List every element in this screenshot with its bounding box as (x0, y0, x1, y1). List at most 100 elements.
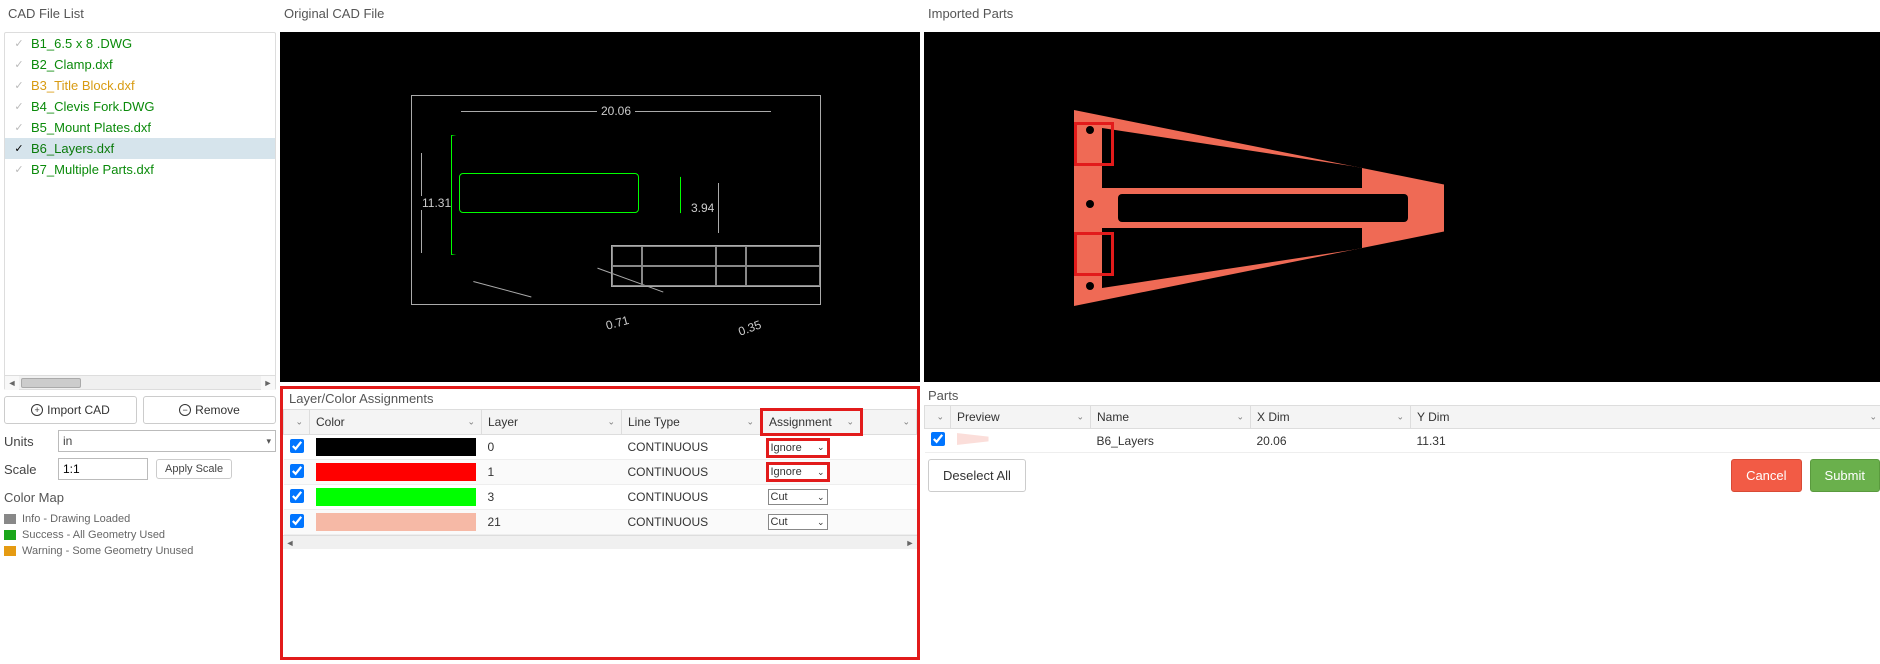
layer-linetype-cell: CONTINUOUS (622, 435, 762, 460)
scale-input[interactable] (58, 458, 148, 480)
parts-th-ydim[interactable]: Y Dim⌄ (1411, 406, 1880, 429)
legend-item: Success - All Geometry Used (4, 527, 276, 543)
assignment-select[interactable]: Cut ⌄ (768, 514, 828, 530)
cancel-button[interactable]: Cancel (1731, 459, 1801, 492)
layer-table-scrollbar[interactable]: ◄ ► (283, 535, 917, 549)
chevron-down-icon: ⌄ (1236, 412, 1244, 423)
legend-swatch (4, 514, 16, 524)
check-icon: ✓ (13, 38, 25, 50)
parts-title: Parts (924, 386, 1880, 405)
layer-name-cell: 21 (482, 510, 622, 535)
check-icon: ✓ (13, 143, 25, 155)
scroll-right-icon[interactable]: ► (903, 538, 917, 548)
file-item-label: B1_6.5 x 8 .DWG (31, 36, 132, 51)
part-ydim-cell: 11.31 (1411, 429, 1880, 453)
highlight-box-top (1074, 122, 1114, 166)
layer-th-layer[interactable]: Layer⌄ (482, 410, 622, 435)
file-item[interactable]: ✓B5_Mount Plates.dxf (5, 117, 275, 138)
legend-item: Info - Drawing Loaded (4, 511, 276, 527)
layer-row-checkbox[interactable] (290, 439, 304, 453)
layer-assignments-panel: Layer/Color Assignments ⌄ Color⌄ Layer⌄ … (280, 386, 920, 660)
import-cad-button[interactable]: + Import CAD (4, 396, 137, 424)
layer-row-checkbox[interactable] (290, 514, 304, 528)
part-name-cell: B6_Layers (1091, 429, 1251, 453)
file-item-label: B5_Mount Plates.dxf (31, 120, 151, 135)
file-item-label: B2_Clamp.dxf (31, 57, 113, 72)
layer-color-swatch (316, 488, 476, 506)
file-item[interactable]: ✓ B6_Layers.dxf (5, 138, 275, 159)
layer-name-cell: 3 (482, 485, 622, 510)
chevron-down-icon: ⌄ (817, 467, 825, 478)
parts-row: B6_Layers20.0611.31 (925, 429, 1880, 453)
check-icon: ✓ (13, 59, 25, 71)
chevron-down-icon: ⌄ (817, 517, 825, 528)
layer-th-assignment[interactable]: Assignment⌄ (762, 410, 862, 435)
assignment-value: Ignore (771, 442, 802, 454)
layer-row-checkbox[interactable] (290, 464, 304, 478)
original-cad-viewport[interactable]: 20.06 11.31 3.94 ⌀ 0.35 ⌀ 0.71 (280, 32, 920, 382)
apply-scale-button[interactable]: Apply Scale (156, 459, 232, 479)
color-map-title: Color Map (4, 490, 276, 505)
submit-button[interactable]: Submit (1810, 459, 1880, 492)
layer-color-swatch (316, 513, 476, 531)
chevron-down-icon: ⌄ (1076, 412, 1084, 423)
scroll-thumb[interactable] (21, 378, 81, 388)
layer-th-color[interactable]: Color⌄ (310, 410, 482, 435)
layer-row: 21CONTINUOUS Cut ⌄ (284, 510, 917, 535)
file-item-label: B7_Multiple Parts.dxf (31, 162, 154, 177)
legend-label: Success - All Geometry Used (22, 529, 165, 541)
scroll-right-icon[interactable]: ► (261, 376, 275, 390)
layer-color-swatch (316, 463, 476, 481)
parts-th-name[interactable]: Name⌄ (1091, 406, 1251, 429)
assignment-select[interactable]: Ignore⌄ (768, 464, 828, 480)
scroll-left-icon[interactable]: ◄ (5, 376, 19, 390)
parts-th-preview[interactable]: Preview⌄ (951, 406, 1091, 429)
import-cad-label: Import CAD (47, 403, 110, 417)
imported-parts-viewport[interactable] (924, 32, 1880, 382)
file-item[interactable]: ✓ B7_Multiple Parts.dxf (5, 159, 275, 180)
part-preview-thumbnail (957, 433, 989, 445)
file-item[interactable]: ✓ B1_6.5 x 8 .DWG (5, 33, 275, 54)
file-item-label: B6_Layers.dxf (31, 141, 114, 156)
layer-row: 3CONTINUOUSCut⌄ (284, 485, 917, 510)
cad-dim-small: 3.94 (681, 183, 719, 233)
chevron-down-icon: ⌄ (846, 417, 854, 428)
cad-title-block (611, 245, 821, 287)
assignment-value: Cut (771, 491, 788, 503)
deselect-all-button[interactable]: Deselect All (928, 459, 1026, 492)
remove-button[interactable]: − Remove (143, 396, 276, 424)
layer-linetype-cell: CONTINUOUS (622, 460, 762, 485)
layer-name-cell: 0 (482, 435, 622, 460)
legend-swatch (4, 530, 16, 540)
units-label: Units (4, 434, 50, 449)
file-list-scrollbar[interactable]: ◄ ► (5, 375, 275, 389)
parts-th-xdim[interactable]: X Dim⌄ (1251, 406, 1411, 429)
file-item[interactable]: ✓ B2_Clamp.dxf (5, 54, 275, 75)
chevron-down-icon: ⌄ (1396, 412, 1404, 423)
layer-th-linetype[interactable]: Line Type⌄ (622, 410, 762, 435)
assignment-value: Cut (771, 516, 788, 528)
file-item[interactable]: ✓B4_Clevis Fork.DWG (5, 96, 275, 117)
layer-th-check[interactable]: ⌄ (284, 410, 310, 435)
scroll-left-icon[interactable]: ◄ (283, 538, 297, 548)
layer-row-checkbox[interactable] (290, 489, 304, 503)
layer-th-blank[interactable]: ⌄ (862, 410, 917, 435)
units-select[interactable]: in ▾ (58, 430, 276, 452)
imported-parts-title: Imported Parts (924, 4, 1880, 28)
cad-dim-width: 20.06 (461, 111, 771, 126)
legend-swatch (4, 546, 16, 556)
layer-linetype-cell: CONTINUOUS (622, 510, 762, 535)
minus-icon: − (179, 404, 191, 416)
file-item[interactable]: ✓B3_Title Block.dxf (5, 75, 275, 96)
file-item-label: B3_Title Block.dxf (31, 78, 135, 93)
parts-th-check[interactable]: ⌄ (925, 406, 951, 429)
chevron-down-icon: ⌄ (295, 417, 303, 428)
layer-color-swatch (316, 438, 476, 456)
assignment-select[interactable]: Ignore⌄ (768, 440, 828, 456)
assignment-select[interactable]: Cut⌄ (768, 489, 828, 505)
parts-row-checkbox[interactable] (931, 432, 945, 446)
chevron-down-icon: ⌄ (467, 417, 475, 428)
cad-part-slot (459, 173, 639, 213)
layer-table: ⌄ Color⌄ Layer⌄ Line Type⌄ Assignment⌄ ⌄… (283, 408, 917, 535)
check-icon: ✓ (13, 164, 25, 176)
